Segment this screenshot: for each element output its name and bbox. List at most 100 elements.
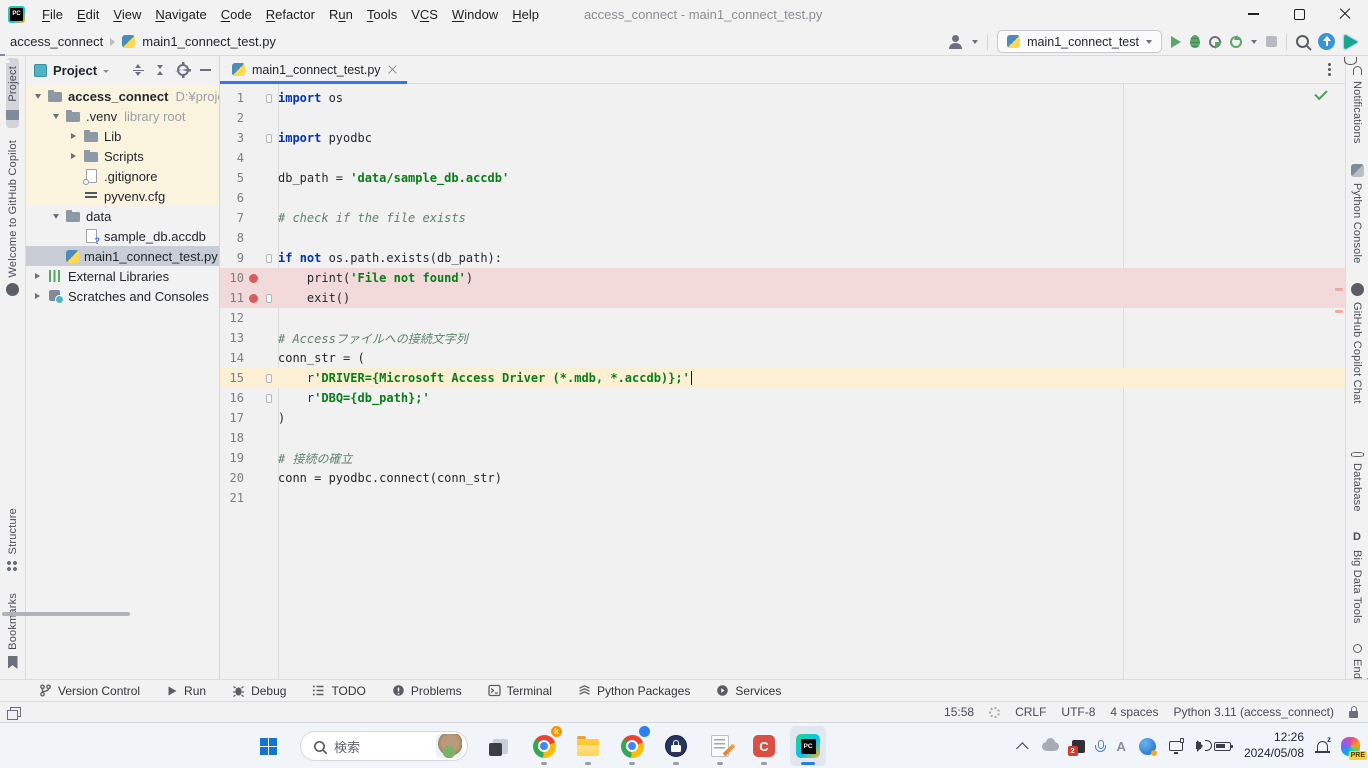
code-area[interactable]: 1import os23import pyodbc45db_path = 'da… bbox=[220, 84, 1345, 679]
code-text[interactable]: # 接続の確立 bbox=[276, 450, 352, 467]
line-number[interactable]: 11 bbox=[220, 291, 244, 305]
tree-item-scratches-and-consoles[interactable]: Scratches and Consoles bbox=[26, 286, 219, 306]
tray-overflow-icon[interactable] bbox=[1016, 742, 1029, 755]
expand-all-icon[interactable] bbox=[133, 64, 144, 76]
tool-stripe-structure[interactable]: Structure bbox=[6, 500, 19, 581]
tool-window-button-run[interactable]: Run bbox=[153, 680, 219, 701]
line-number[interactable]: 3 bbox=[220, 131, 244, 145]
tool-stripe-database[interactable]: Database bbox=[1351, 444, 1364, 520]
chevron-down-icon[interactable] bbox=[103, 70, 109, 73]
fold-marker-icon[interactable] bbox=[266, 94, 272, 103]
line-number[interactable]: 17 bbox=[220, 411, 244, 425]
tree-item-venv[interactable]: .venvlibrary root bbox=[26, 106, 219, 126]
tree-chevron-icon[interactable] bbox=[32, 94, 43, 99]
clock[interactable]: 12:26 2024/05/08 bbox=[1244, 730, 1304, 761]
notifications-bell-icon[interactable] bbox=[1317, 741, 1328, 751]
line-number[interactable]: 8 bbox=[220, 231, 244, 245]
debug-button[interactable] bbox=[1190, 35, 1200, 48]
code-text[interactable]: ) bbox=[276, 411, 285, 425]
code-line[interactable]: 8 bbox=[220, 228, 1345, 248]
fold-marker-icon[interactable] bbox=[266, 374, 272, 383]
fold-marker-icon[interactable] bbox=[266, 394, 272, 403]
taskbar-search[interactable]: 検索 bbox=[300, 731, 468, 761]
breakpoint-gutter[interactable] bbox=[244, 294, 262, 303]
code-text[interactable]: if not os.path.exists(db_path): bbox=[276, 251, 502, 265]
windows-copilot-icon[interactable]: PRE bbox=[1341, 737, 1360, 756]
breakpoint-gutter[interactable] bbox=[244, 274, 262, 283]
caret-position[interactable]: 15:58 bbox=[944, 705, 974, 719]
tree-chevron-icon[interactable] bbox=[50, 114, 61, 119]
fold-marker-icon[interactable] bbox=[266, 294, 272, 303]
code-line[interactable]: 1import os bbox=[220, 88, 1345, 108]
tray-app-badge-icon[interactable]: 2 bbox=[1072, 740, 1085, 753]
tool-window-button-problems[interactable]: Problems bbox=[379, 680, 475, 701]
menu-help[interactable]: Help bbox=[505, 4, 546, 25]
tree-item-data[interactable]: data bbox=[26, 206, 219, 226]
file-explorer-button[interactable] bbox=[570, 726, 606, 766]
user-account-icon[interactable] bbox=[948, 35, 963, 49]
tool-stripe-welcome-to-github-copilot[interactable]: Welcome to GitHub Copilot bbox=[6, 132, 19, 304]
code-text[interactable]: exit() bbox=[276, 291, 350, 305]
tree-item-main1-connect-test-py[interactable]: main1_connect_test.py bbox=[26, 246, 219, 266]
code-line[interactable]: 7 # check if the file exists bbox=[220, 208, 1345, 228]
run-with-coverage-button[interactable] bbox=[1230, 36, 1242, 48]
run-button[interactable] bbox=[1171, 36, 1181, 48]
gear-icon[interactable] bbox=[177, 64, 189, 76]
menu-refactor[interactable]: Refactor bbox=[259, 4, 322, 25]
menu-tools[interactable]: Tools bbox=[360, 4, 404, 25]
code-text[interactable]: print('File not found') bbox=[276, 271, 473, 285]
code-line[interactable]: 21 bbox=[220, 488, 1345, 508]
tool-stripe-bookmarks[interactable]: Bookmarks bbox=[7, 585, 19, 677]
battery-icon[interactable] bbox=[1214, 742, 1231, 751]
line-number[interactable]: 7 bbox=[220, 211, 244, 225]
code-line[interactable]: 6 bbox=[220, 188, 1345, 208]
code-line[interactable]: 2 bbox=[220, 108, 1345, 128]
error-stripe-mark[interactable] bbox=[1335, 310, 1343, 313]
code-line[interactable]: 18 bbox=[220, 428, 1345, 448]
collapse-all-icon[interactable] bbox=[155, 64, 166, 76]
line-number[interactable]: 4 bbox=[220, 151, 244, 165]
line-number[interactable]: 14 bbox=[220, 351, 244, 365]
fold-gutter[interactable] bbox=[262, 94, 276, 103]
camtasia-button[interactable]: C bbox=[746, 726, 782, 766]
menu-vcs[interactable]: VCS bbox=[404, 4, 445, 25]
tool-window-button-services[interactable]: Services bbox=[703, 680, 794, 701]
hide-panel-icon[interactable] bbox=[200, 69, 211, 71]
tree-item-sample-db-accdb[interactable]: sample_db.accdb bbox=[26, 226, 219, 246]
onedrive-icon[interactable] bbox=[1042, 742, 1059, 751]
ime-mode-indicator[interactable]: A bbox=[1117, 739, 1126, 754]
chrome-profile2-button[interactable] bbox=[614, 726, 650, 766]
tree-item-access-connect[interactable]: access_connectD:¥projects¥e bbox=[26, 86, 219, 106]
code-with-me-icon[interactable] bbox=[1344, 34, 1358, 50]
chrome-profile1-button[interactable]: k bbox=[526, 726, 562, 766]
run-configuration-select[interactable]: main1_connect_test bbox=[997, 30, 1162, 53]
lock-icon[interactable] bbox=[1349, 711, 1358, 718]
line-number[interactable]: 16 bbox=[220, 391, 244, 405]
tool-window-button-python-packages[interactable]: Python Packages bbox=[565, 680, 703, 701]
tree-item-gitignore[interactable]: .gitignore bbox=[26, 166, 219, 186]
ide-update-icon[interactable] bbox=[1318, 33, 1335, 50]
interpreter[interactable]: Python 3.11 (access_connect) bbox=[1173, 705, 1334, 719]
line-number[interactable]: 21 bbox=[220, 491, 244, 505]
tool-stripe-python-console[interactable]: Python Console bbox=[1351, 156, 1364, 271]
code-text[interactable]: r'DBQ={db_path};' bbox=[276, 391, 430, 405]
volume-icon[interactable] bbox=[1196, 742, 1201, 749]
code-line[interactable]: 3 import pyodbc bbox=[220, 128, 1345, 148]
code-text[interactable]: conn = pyodbc.connect(conn_str) bbox=[276, 471, 502, 485]
stop-button[interactable] bbox=[1266, 36, 1277, 47]
indent-style[interactable]: 4 spaces bbox=[1110, 705, 1158, 719]
maximize-button[interactable] bbox=[1276, 0, 1322, 28]
code-line[interactable]: 4 bbox=[220, 148, 1345, 168]
code-text[interactable]: import pyodbc bbox=[276, 131, 372, 145]
close-button[interactable] bbox=[1322, 0, 1368, 28]
chevron-down-icon[interactable] bbox=[972, 40, 978, 44]
tab-options-kebab-icon[interactable] bbox=[1328, 68, 1331, 71]
tree-chevron-icon[interactable] bbox=[68, 153, 79, 159]
tool-window-button-version-control[interactable]: Version Control bbox=[26, 680, 153, 701]
tool-window-button-debug[interactable]: Debug bbox=[219, 680, 299, 701]
code-line[interactable]: 19# 接続の確立 bbox=[220, 448, 1345, 468]
line-number[interactable]: 18 bbox=[220, 431, 244, 445]
line-number[interactable]: 10 bbox=[220, 271, 244, 285]
menu-navigate[interactable]: Navigate bbox=[148, 4, 213, 25]
code-text[interactable]: # check if the file exists bbox=[276, 211, 466, 225]
